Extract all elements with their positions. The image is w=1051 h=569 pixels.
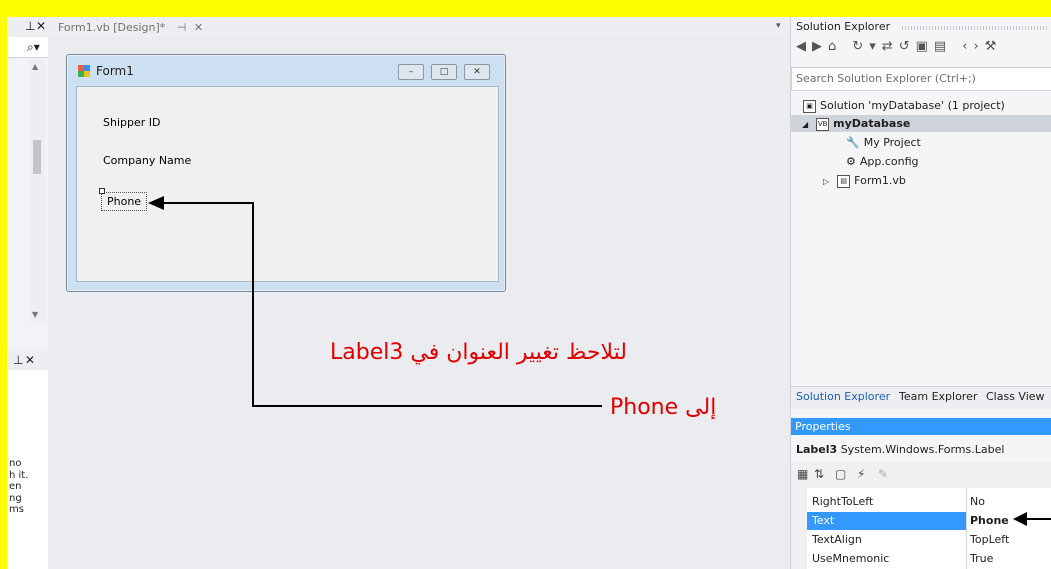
tab-form1-design[interactable]: Form1.vb [Design]* ⊣ ✕: [52, 19, 209, 36]
form-icon: [78, 65, 90, 77]
form-title: Form1: [96, 64, 134, 78]
property-grid-margin: [791, 488, 807, 569]
prop-value-textalign[interactable]: TopLeft: [970, 533, 1009, 546]
close-icon[interactable]: ✕: [36, 19, 46, 33]
close-icon[interactable]: ✕: [194, 21, 203, 34]
arrow-line: [252, 405, 602, 407]
tree-item-project[interactable]: ◢ VB myDatabase: [802, 117, 910, 131]
categorized-icon[interactable]: ▦: [797, 467, 808, 481]
scroll-up-icon[interactable]: ▲: [32, 62, 38, 71]
search-icon[interactable]: ⌕▾: [27, 40, 40, 55]
panel2-header: ⊥ ✕: [7, 350, 48, 370]
properties-title: Properties: [795, 420, 851, 433]
events-icon[interactable]: ⚡: [857, 467, 865, 481]
maximize-button[interactable]: □: [431, 64, 457, 80]
expand-icon[interactable]: ▷: [823, 177, 829, 186]
prop-name-textalign[interactable]: TextAlign: [812, 533, 862, 546]
property-pages-icon[interactable]: ✎: [878, 467, 888, 481]
pin-icon[interactable]: ⊥: [25, 19, 35, 33]
solution-explorer-toolbar[interactable]: ◀▶⌂ ↻▾⇄↺▣▤ ‹›⚒: [796, 39, 1002, 54]
search-placeholder: Search Solution Explorer (Ctrl+;): [796, 72, 976, 85]
prop-value-usemnemonic[interactable]: True: [970, 552, 993, 565]
tab-team-explorer[interactable]: Team Explorer: [899, 390, 977, 403]
tab-solution-explorer[interactable]: Solution Explorer: [796, 390, 890, 403]
panel-description-text: no h it. en ng ms: [9, 458, 29, 515]
annotation-line-2: إلى Phone: [610, 395, 717, 420]
vb-project-icon: VB: [816, 117, 830, 131]
wrench-icon: 🔧: [846, 136, 860, 149]
arrow-head-icon: [148, 196, 164, 210]
tree-item-solution[interactable]: ▣ Solution 'myDatabase' (1 project): [803, 99, 1005, 113]
resize-handle[interactable]: [99, 188, 105, 194]
scroll-down-icon[interactable]: ▼: [32, 310, 38, 319]
arrow-head-icon: [1013, 512, 1051, 526]
tree-item-form1[interactable]: ▷ ▤ Form1.vb: [823, 174, 906, 188]
object-selector-text: Label3 System.Windows.Forms.Label: [796, 443, 1005, 456]
tab-class-view[interactable]: Class View: [986, 390, 1045, 403]
prop-value-righttoleft[interactable]: No: [970, 495, 985, 508]
prop-value-text[interactable]: Phone: [970, 514, 1009, 527]
toolbox-header: ⊥ ✕: [7, 17, 48, 37]
close-button[interactable]: ✕: [464, 64, 490, 80]
tab-dropdown-icon[interactable]: ▾: [776, 21, 781, 31]
config-file-icon: ⚙: [846, 155, 856, 168]
tab-label: Form1.vb [Design]*: [58, 21, 166, 34]
properties-toolbar: [791, 462, 1051, 489]
alphabetical-icon[interactable]: ⇅: [814, 467, 824, 481]
prop-name-usemnemonic[interactable]: UseMnemonic: [812, 552, 889, 565]
property-grid-divider[interactable]: [966, 488, 967, 569]
arrow-line: [160, 202, 254, 204]
minimize-button[interactable]: –: [398, 64, 424, 80]
expand-icon[interactable]: ◢: [802, 120, 808, 129]
toolbox-search[interactable]: ⌕▾: [7, 37, 48, 58]
label-company-name[interactable]: Company Name: [103, 154, 191, 167]
form-file-icon: ▤: [837, 174, 851, 188]
properties-icon[interactable]: ▢: [835, 467, 846, 481]
title-grip: [902, 26, 1047, 30]
annotation-line-1: لتلاحظ تغيير العنوان في Label3: [330, 340, 627, 365]
toolbox-scrollbar[interactable]: ▲ ▼: [29, 60, 45, 322]
label-shipper-id[interactable]: Shipper ID: [103, 116, 160, 129]
prop-name-text[interactable]: Text: [812, 514, 834, 527]
arrow-line: [252, 202, 254, 407]
tree-item-my-project[interactable]: 🔧 My Project: [846, 136, 921, 149]
solution-icon: ▣: [803, 99, 816, 113]
scrollbar-thumb[interactable]: [33, 140, 41, 174]
solution-explorer-title: Solution Explorer: [796, 20, 891, 33]
label-phone[interactable]: Phone: [107, 195, 141, 208]
prop-name-righttoleft[interactable]: RightToLeft: [812, 495, 873, 508]
close-icon[interactable]: ✕: [25, 353, 35, 367]
pin-icon[interactable]: ⊥: [13, 353, 23, 367]
tree-item-app-config[interactable]: ⚙ App.config: [846, 155, 919, 168]
pin-icon[interactable]: ⊣: [177, 21, 187, 34]
